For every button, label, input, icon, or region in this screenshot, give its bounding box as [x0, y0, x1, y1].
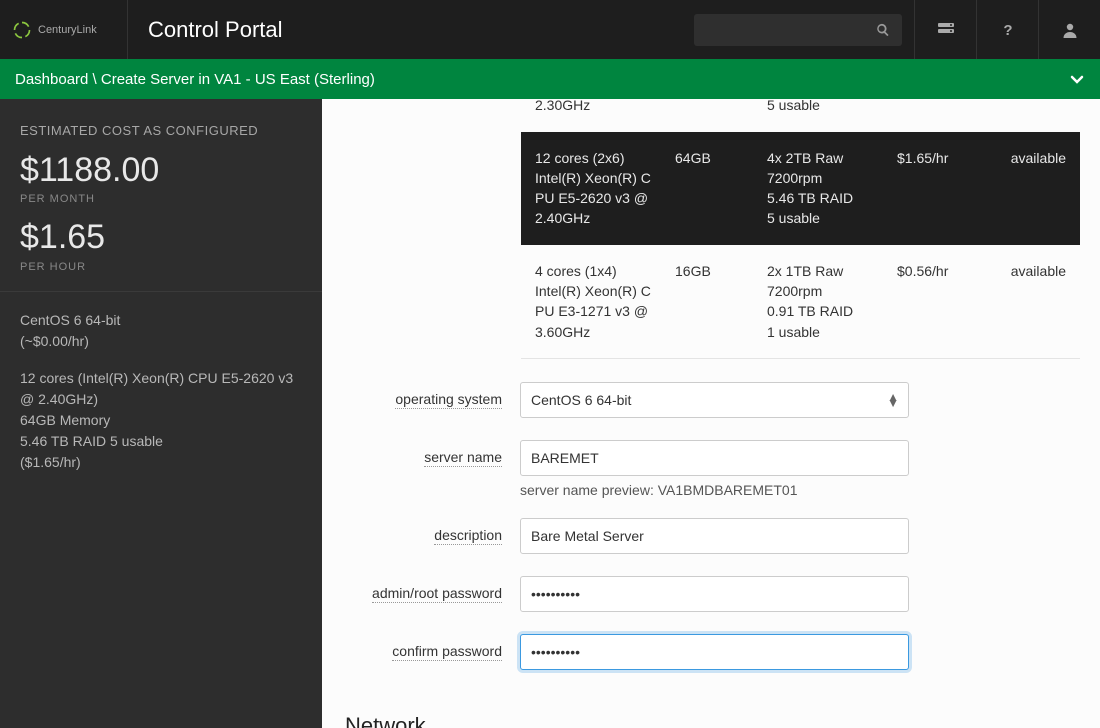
portal-title: Control Portal	[128, 17, 694, 43]
breadcrumb-text: Dashboard \ Create Server in VA1 - US Ea…	[15, 71, 375, 88]
hourly-label: PER HOUR	[20, 261, 302, 273]
config-table: PU E5-2650 v3 @ 2.30GHz 9.09 TB RAID 5 u…	[521, 99, 1080, 359]
confirm-password-input[interactable]	[520, 634, 909, 670]
svg-text:?: ?	[1003, 22, 1012, 39]
config-row[interactable]: 4 cores (1x4) Intel(R) Xeon(R) C PU E3-1…	[521, 245, 1080, 359]
monthly-cost: $1188.00	[20, 152, 302, 189]
cost-sidebar: ESTIMATED COST AS CONFIGURED $1188.00 PE…	[0, 99, 322, 728]
breadcrumb[interactable]: Dashboard \ Create Server in VA1 - US Ea…	[0, 59, 1100, 99]
hourly-cost: $1.65	[20, 219, 302, 256]
brand-logo[interactable]: CenturyLink	[0, 0, 128, 59]
help-icon: ?	[999, 21, 1017, 39]
main-panel: PU E5-2650 v3 @ 2.30GHz 9.09 TB RAID 5 u…	[322, 99, 1100, 728]
password-input[interactable]	[520, 576, 909, 612]
server-name-input[interactable]	[520, 440, 909, 476]
servers-icon	[937, 21, 955, 39]
description-label: description	[434, 527, 502, 545]
config-row-selected[interactable]: 12 cores (2x6) Intel(R) Xeon(R) C PU E5-…	[521, 132, 1080, 245]
chevron-down-icon	[1069, 71, 1085, 87]
brand-name: CenturyLink	[38, 24, 97, 36]
servers-icon-button[interactable]	[914, 0, 976, 59]
server-name-label: server name	[424, 449, 502, 467]
server-name-hint: server name preview: VA1BMDBAREMET01	[322, 482, 1080, 498]
help-button[interactable]: ?	[976, 0, 1038, 59]
cost-title: ESTIMATED COST AS CONFIGURED	[20, 123, 302, 138]
search-icon	[876, 23, 890, 37]
top-header: CenturyLink Control Portal ?	[0, 0, 1100, 59]
network-section-title: Network	[345, 713, 426, 728]
server-form: operating system CentOS 6 64-bit ▲▼ serv…	[322, 382, 1080, 692]
user-menu-button[interactable]	[1038, 0, 1100, 59]
description-input[interactable]	[520, 518, 909, 554]
header-actions: ?	[694, 0, 1100, 59]
config-row[interactable]: PU E5-2650 v3 @ 2.30GHz 9.09 TB RAID 5 u…	[521, 99, 1080, 132]
monthly-label: PER MONTH	[20, 193, 302, 205]
search-input[interactable]	[694, 14, 902, 46]
user-icon	[1061, 21, 1079, 39]
spec-summary: CentOS 6 64-bit (~$0.00/hr) 12 cores (In…	[0, 292, 322, 507]
confirm-password-label: confirm password	[392, 643, 502, 661]
os-label: operating system	[395, 391, 502, 409]
centurylink-logo-icon	[12, 20, 32, 40]
os-select[interactable]: CentOS 6 64-bit	[520, 382, 909, 418]
password-label: admin/root password	[372, 585, 502, 603]
